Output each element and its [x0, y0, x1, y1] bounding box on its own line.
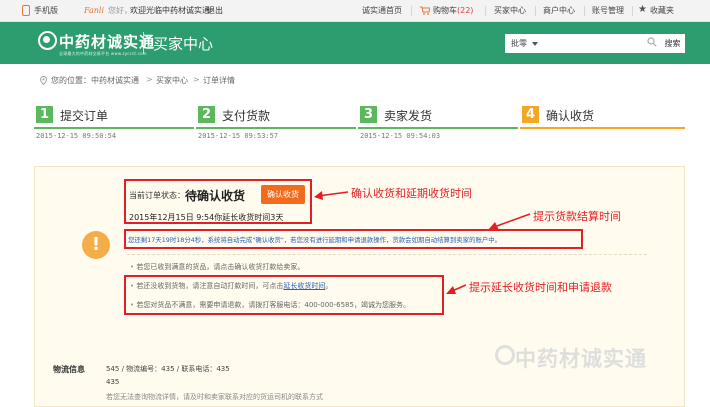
logistics-note: 若您无法查询物流详情，请及时和卖家联系对应的货运司机的联系方式 — [106, 393, 323, 401]
cart-count: (22) — [457, 6, 474, 15]
extended-receipt-time: 2015年12月15日 9:54你延长收货时间3天 — [129, 213, 284, 222]
logo-subtitle: 全球最大的中药材交易平台 www.zyccst.com — [59, 51, 147, 56]
step-2-label: 支付货款 — [222, 109, 271, 123]
star-icon: ★ — [638, 4, 647, 15]
exclamation-icon: ! — [82, 231, 110, 259]
account-management-link[interactable]: 账号管理 — [592, 6, 624, 16]
step-2-time: 2015-12-15 09:53:57 — [198, 132, 279, 140]
cart-label: 购物车 — [433, 6, 457, 15]
divider — [535, 6, 536, 16]
divider — [632, 6, 633, 16]
favorites-link[interactable]: 收藏夹 — [650, 6, 674, 16]
search-button[interactable]: 搜索 — [660, 34, 685, 53]
settlement-tip: 您还剩17天19时18分4秒，系统将自动完成"确认收货"，若您没有进行延期和申请… — [128, 236, 502, 244]
breadcrumb-separator: > — [146, 75, 153, 84]
page-title: 买家中心 — [153, 35, 214, 53]
refund-tip-text: 若您对货品不满意，需要申请退款，请拨打客服电话：400-000-6585，竭诚为… — [136, 301, 410, 309]
confirm-tip: • 若您已收到满意的货品，请点击确认收货打款给卖家。 — [130, 263, 305, 271]
cart-link[interactable]: 购物车(22) — [433, 6, 473, 16]
breadcrumb-buyer-center[interactable]: 买家中心 — [156, 75, 188, 86]
breadcrumb-home[interactable]: 中药材诚实通 — [91, 75, 139, 86]
refund-tip: • 若您对货品不满意，需要申请退款，请拨打客服电话：400-000-6585，竭… — [130, 301, 410, 309]
step-3-time: 2015-12-15 09:54:03 — [360, 132, 441, 140]
logistics-extra: 435 — [106, 378, 120, 386]
step-1-label: 提交订单 — [60, 109, 109, 123]
extend-tip: • 若还没收到货物，请注意自动打款时间，可点击延长收货时间。 — [130, 282, 333, 290]
annotation-extend-refund: 提示延长收货时间和申请退款 — [469, 281, 612, 294]
fanli-logo[interactable]: Fanli — [84, 6, 104, 16]
confirm-tip-text: 若您已收到满意的货品，请点击确认收货打款给卖家。 — [136, 263, 305, 271]
search-icon — [647, 37, 657, 47]
watermark-logo-icon — [495, 345, 515, 365]
annotation-confirm-time: 确认收货和延期收货时间 — [351, 187, 472, 200]
step-4-bar — [520, 127, 685, 129]
divider — [584, 6, 585, 16]
extend-receipt-link[interactable]: 延长收货时间 — [283, 282, 325, 290]
search-input[interactable] — [545, 36, 645, 51]
extend-tip-suffix: 。 — [325, 282, 333, 290]
location-icon — [40, 76, 47, 85]
logistics-title: 物流信息 — [53, 365, 85, 374]
logo-text[interactable]: 中药材诚实通 — [59, 31, 155, 52]
divider — [127, 254, 647, 255]
buyer-center-link[interactable]: 买家中心 — [494, 6, 526, 16]
top-bar: 手机版 Fanli 您好， 欢迎光临中药材诚实通 退出 诚实通首页 购物车(22… — [0, 0, 710, 22]
annotation-settlement-time: 提示货款结算时间 — [533, 210, 621, 223]
confirm-receipt-button[interactable]: 确认收货 — [261, 185, 305, 204]
mobile-version-link[interactable]: 手机版 — [34, 6, 58, 16]
step-1-number: 1 — [36, 106, 53, 123]
step-1-time: 2015-12-15 09:50:54 — [36, 132, 117, 140]
chevron-down-icon[interactable] — [532, 42, 538, 46]
breadcrumb-prefix: 您的位置： — [51, 76, 91, 85]
step-1-bar — [34, 127, 194, 129]
site-welcome-text: 欢迎光临中药材诚实通 — [130, 6, 210, 15]
welcome-text: 您好， — [108, 6, 132, 15]
step-3-bar — [358, 127, 518, 129]
site-header: 中药材诚实通 全球最大的中药材交易平台 www.zyccst.com 买家中心 … — [0, 22, 710, 64]
header-divider — [143, 32, 144, 54]
step-3-label: 卖家发货 — [384, 109, 433, 123]
step-2-bar — [196, 127, 356, 129]
step-4-label: 确认收货 — [546, 109, 595, 123]
logout-link[interactable]: 退出 — [207, 6, 223, 16]
step-3-number: 3 — [360, 106, 377, 123]
watermark: 中药材诚实通 — [515, 347, 647, 371]
divider — [411, 6, 412, 16]
order-status-label: 当前订单状态： — [129, 191, 185, 200]
search-box: 批零 搜索 — [505, 34, 685, 53]
cart-icon — [420, 6, 430, 15]
search-type-select[interactable]: 批零 — [511, 38, 527, 49]
breadcrumb-current: 订单详情 — [203, 76, 235, 85]
logo-icon[interactable] — [38, 31, 57, 50]
breadcrumb-separator: > — [193, 75, 200, 84]
seller-center-link[interactable]: 商户中心 — [543, 6, 575, 16]
phone-icon — [22, 5, 30, 16]
home-link[interactable]: 诚实通首页 — [362, 6, 402, 16]
logistics-info: 545 / 物流编号：435 / 联系电话：435 — [106, 365, 230, 373]
extend-tip-prefix: 若还没收到货物，请注意自动打款时间，可点击 — [136, 282, 284, 290]
order-status-value: 待确认收货 — [185, 189, 246, 203]
step-2-number: 2 — [198, 106, 215, 123]
step-4-number: 4 — [522, 106, 539, 123]
divider — [485, 6, 486, 16]
